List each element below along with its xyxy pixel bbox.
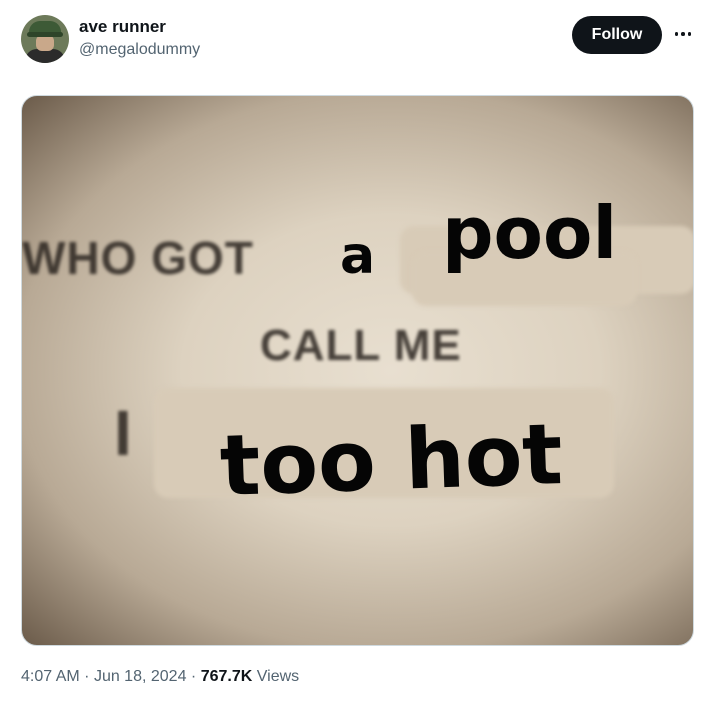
views-label: Views: [256, 668, 300, 685]
image-text-pool: pool: [442, 191, 618, 275]
author-name[interactable]: ave runner: [79, 17, 166, 37]
more-dot: [674, 32, 679, 36]
more-dot: [681, 32, 685, 36]
image-text-too-hot: too hot: [218, 405, 565, 515]
tweet-image[interactable]: WHO GOT CALL ME I a pool too hot: [21, 95, 694, 646]
tweet-time[interactable]: 4:07 AM: [21, 668, 80, 685]
meta-separator: ·: [190, 668, 197, 685]
image-text-a: a: [340, 226, 376, 286]
avatar[interactable]: [21, 15, 69, 63]
more-dot: [687, 32, 692, 36]
avatar-face: [36, 35, 54, 51]
tweet-date[interactable]: Jun 18, 2024: [94, 668, 187, 685]
tweet-meta: 4:07 AM · Jun 18, 2024 · 767.7K Views: [21, 668, 299, 686]
avatar-shirt: [25, 49, 65, 63]
image-text-who-got: WHO GOT: [22, 232, 254, 284]
author-handle[interactable]: @megalodummy: [79, 41, 200, 59]
follow-button[interactable]: Follow: [572, 16, 662, 54]
avatar-cap-brim: [27, 32, 63, 37]
more-horizontal-icon[interactable]: [668, 22, 698, 46]
meta-separator: ·: [84, 668, 90, 685]
views-count: 767.7K: [200, 668, 253, 685]
image-text-call-me: CALL ME: [260, 321, 462, 370]
image-text-i: I: [114, 397, 133, 469]
